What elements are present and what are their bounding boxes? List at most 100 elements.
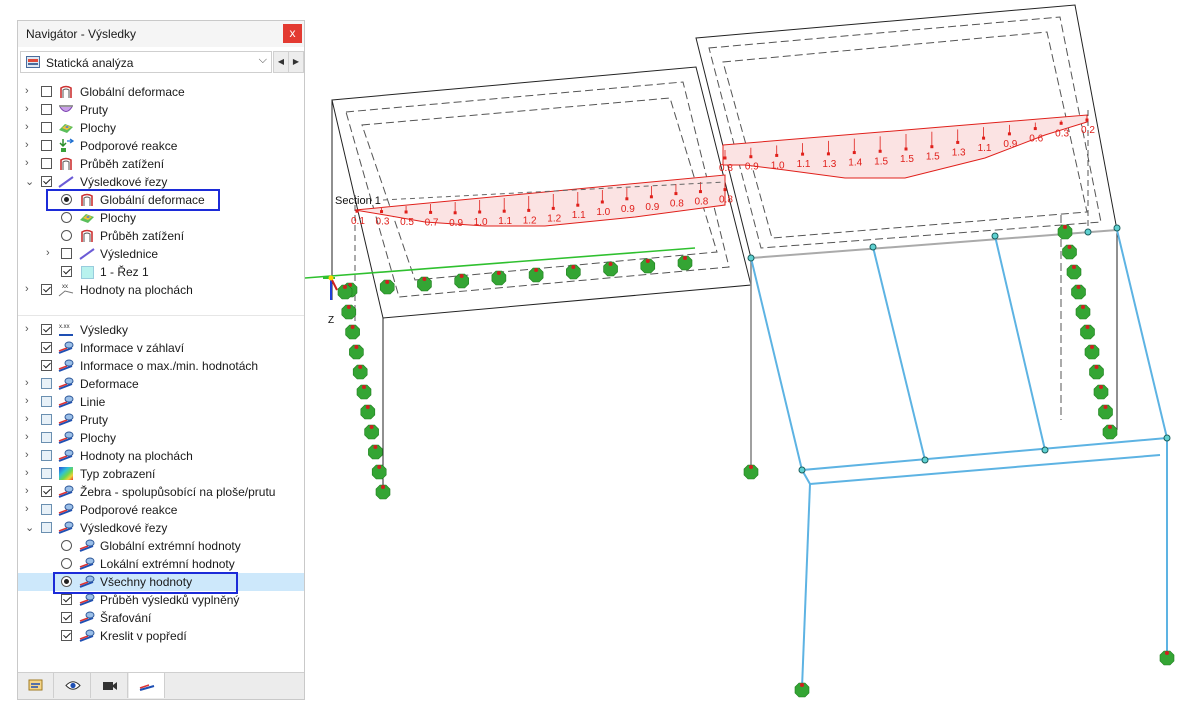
previous-button[interactable]: ◀ — [273, 51, 289, 73]
checkbox[interactable] — [61, 594, 72, 605]
chevron-right-icon[interactable]: › — [25, 157, 35, 169]
chevron-right-icon[interactable]: › — [25, 103, 35, 115]
display-options-tree: › x.xx Výsledky Informace v záhlaví Info… — [18, 321, 304, 645]
left-diagram-value-label: 1.1 — [572, 210, 586, 221]
checkbox[interactable] — [41, 450, 52, 461]
surface-values-icon: xx — [58, 284, 74, 297]
checkbox[interactable] — [41, 86, 52, 97]
tree-item-deformace[interactable]: › Deformace — [18, 375, 304, 393]
checkbox[interactable] — [41, 432, 52, 443]
radio-button[interactable] — [61, 212, 72, 223]
checkbox[interactable] — [41, 414, 52, 425]
support-node — [683, 256, 687, 260]
display-option-icon — [79, 557, 95, 570]
display-option-icon — [79, 539, 95, 552]
tab-results[interactable] — [129, 673, 165, 698]
display-option-icon — [58, 449, 74, 462]
chevron-right-icon[interactable]: › — [25, 431, 35, 443]
tree-item-plochy-2[interactable]: › Plochy — [18, 429, 304, 447]
tree-item-vysledkove-rezy-2[interactable]: ⌄ Výsledkové řezy — [18, 519, 304, 537]
tree-item-informace-v-zahlavi[interactable]: Informace v záhlaví — [18, 339, 304, 357]
checkbox[interactable] — [41, 396, 52, 407]
chevron-right-icon[interactable]: › — [25, 323, 35, 335]
checkbox[interactable] — [61, 248, 72, 259]
radio-button[interactable] — [61, 558, 72, 569]
tree-item-lokalni-extremni[interactable]: Lokální extrémní hodnoty — [18, 555, 304, 573]
chevron-right-icon[interactable]: › — [25, 503, 35, 515]
chevron-right-icon[interactable]: › — [25, 395, 35, 407]
left-diagram-ordinate-marker — [527, 208, 531, 212]
checkbox[interactable] — [41, 122, 52, 133]
chevron-right-icon[interactable]: › — [25, 283, 35, 295]
chevron-right-icon[interactable]: › — [25, 121, 35, 133]
tree-item-zebra[interactable]: › Žebra - spolupůsobící na ploše/prutu — [18, 483, 304, 501]
analysis-type-value: Statická analýza — [46, 56, 134, 70]
tree-item-plochy[interactable]: › Plochy — [18, 119, 304, 137]
chevron-right-icon[interactable]: › — [25, 485, 35, 497]
chevron-down-icon[interactable]: ⌄ — [25, 175, 35, 188]
tree-item-informace-max-min[interactable]: Informace o max./min. hodnotách — [18, 357, 304, 375]
chevron-right-icon[interactable]: › — [25, 85, 35, 97]
close-button[interactable]: x — [283, 24, 302, 43]
checkbox[interactable] — [41, 522, 52, 533]
tree-item-hodnoty-na-plochach[interactable]: › xx Hodnoty na plochách — [18, 281, 304, 299]
tree-item-label: Výsledkové řezy — [80, 175, 168, 189]
tab-video[interactable] — [92, 673, 128, 698]
tree-item-globalni-deformace[interactable]: › Globální deformace — [18, 83, 304, 101]
tree-item-podporove-reakce-2[interactable]: › Podporové reakce — [18, 501, 304, 519]
chevron-right-icon[interactable]: › — [25, 377, 35, 389]
next-button[interactable]: ▶ — [288, 51, 304, 73]
chevron-down-icon[interactable]: ⌵ — [259, 54, 267, 67]
right-diagram-ordinate-marker — [801, 152, 805, 156]
checkbox[interactable] — [61, 612, 72, 623]
left-diagram-ordinate-marker — [723, 188, 727, 192]
checkbox[interactable] — [41, 324, 52, 335]
right-diagram-ordinate-marker — [775, 153, 779, 157]
analysis-type-select[interactable]: Statická analýza ⌵ — [20, 51, 272, 73]
model-viewport[interactable]: 0.1 0.3 0.5 0.7 0.9 1.0 1.1 1.2 1.2 1.1 1.0 0.9 0.9 0… — [305, 0, 1181, 721]
tree-item-pruty-2[interactable]: › Pruty — [18, 411, 304, 429]
tree-item-srafovani[interactable]: Šrafování — [18, 609, 304, 627]
checkbox[interactable] — [41, 158, 52, 169]
checkbox[interactable] — [41, 140, 52, 151]
tree-item-typ-zobrazeni[interactable]: › Typ zobrazení — [18, 465, 304, 483]
chevron-right-icon[interactable]: › — [25, 413, 35, 425]
checkbox[interactable] — [41, 284, 52, 295]
tree-item-sub-prubeh-zatizeni[interactable]: Průběh zatížení — [18, 227, 304, 245]
tree-item-prubeh-zatizeni[interactable]: › Průběh zatížení — [18, 155, 304, 173]
tree-item-rez-1[interactable]: 1 - Řez 1 — [18, 263, 304, 281]
radio-button[interactable] — [61, 540, 72, 551]
support-node — [1072, 265, 1076, 269]
tree-item-vysledky[interactable]: › x.xx Výsledky — [18, 321, 304, 339]
tab-data[interactable] — [18, 673, 54, 698]
checkbox[interactable] — [41, 104, 52, 115]
checkbox[interactable] — [61, 630, 72, 641]
tree-item-hodnoty-na-plochach-2[interactable]: › Hodnoty na plochách — [18, 447, 304, 465]
chevron-down-icon[interactable]: ⌄ — [25, 521, 35, 534]
radio-button[interactable] — [61, 230, 72, 241]
result-section-icon — [58, 176, 74, 188]
support-node — [1090, 345, 1094, 349]
tab-view[interactable] — [55, 673, 91, 698]
checkbox[interactable] — [41, 468, 52, 479]
tree-item-sub-plochy[interactable]: Plochy — [18, 209, 304, 227]
checkbox[interactable] — [41, 378, 52, 389]
tree-item-label: Průběh výsledků vyplněný — [100, 593, 240, 607]
chevron-right-icon[interactable]: › — [25, 449, 35, 461]
checkbox[interactable] — [41, 486, 52, 497]
left-diagram-value-label: 0.8 — [694, 197, 708, 208]
checkbox[interactable] — [41, 176, 52, 187]
tree-item-podporove-reakce[interactable]: › Podporové reakce — [18, 137, 304, 155]
tree-item-kreslit-v-popredi[interactable]: Kreslit v popředí — [18, 627, 304, 645]
checkbox[interactable] — [41, 504, 52, 515]
tree-item-pruty[interactable]: › Pruty — [18, 101, 304, 119]
checkbox[interactable] — [41, 360, 52, 371]
chevron-right-icon[interactable]: › — [46, 247, 56, 259]
tree-item-sub-vyslednice[interactable]: › Výslednice — [18, 245, 304, 263]
chevron-right-icon[interactable]: › — [25, 139, 35, 151]
chevron-right-icon[interactable]: › — [25, 467, 35, 479]
checkbox[interactable] — [41, 342, 52, 353]
checkbox[interactable] — [61, 266, 72, 277]
tree-item-linie[interactable]: › Linie — [18, 393, 304, 411]
tree-item-globalni-extremni[interactable]: Globální extrémní hodnoty — [18, 537, 304, 555]
